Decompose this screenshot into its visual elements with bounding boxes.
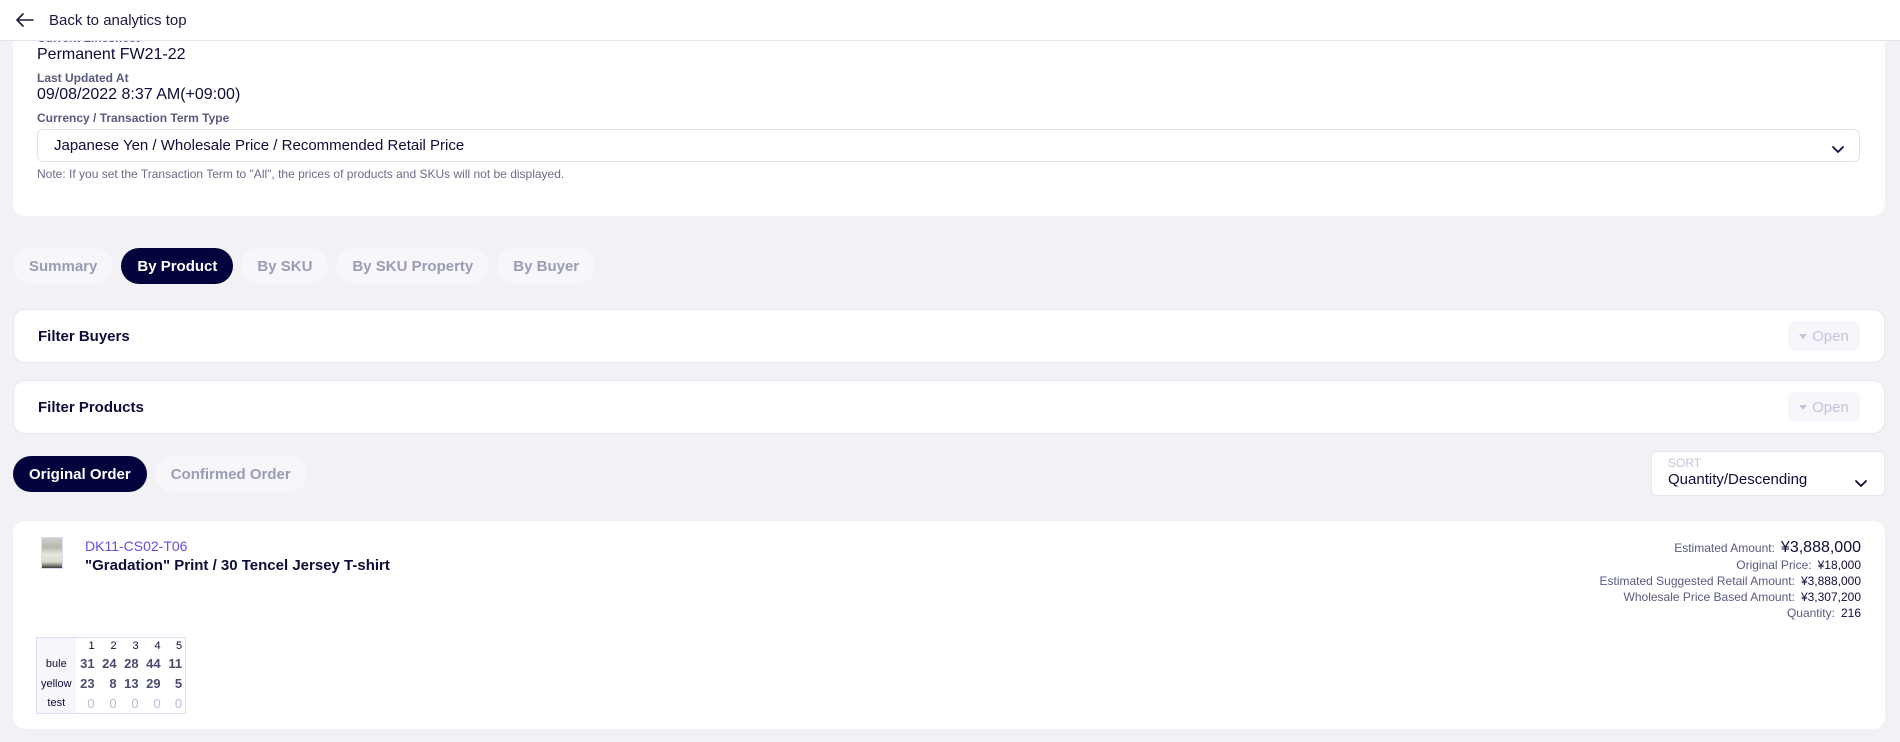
original-price-value: ¥18,000 <box>1817 558 1861 572</box>
wholesale-amount-row: Wholesale Price Based Amount: ¥3,307,200 <box>1285 589 1861 605</box>
size-column-header: 5 <box>175 639 183 652</box>
tab-by-sku[interactable]: By SKU <box>241 248 329 284</box>
sku-qty-cell: 24 <box>102 656 117 671</box>
product-code-link[interactable]: DK11-CS02-T06 <box>85 538 187 554</box>
filter-buyers-open-button[interactable]: Open <box>1788 321 1860 351</box>
sku-qty-cell: 0 <box>153 695 161 711</box>
filter-products-title: Filter Products <box>38 398 144 416</box>
sku-qty-cell: 44 <box>146 656 161 671</box>
order-type-tabs: Original Order Confirmed Order <box>13 456 307 492</box>
quantity-row: Quantity: 216 <box>1285 605 1861 621</box>
color-row-header: test <box>36 693 76 714</box>
quantity-value: 216 <box>1840 606 1861 620</box>
sku-qty-cell: 0 <box>174 695 183 711</box>
open-label: Open <box>1812 327 1849 345</box>
tab-by-buyer[interactable]: By Buyer <box>497 248 596 284</box>
sku-qty-cell: 31 <box>80 656 95 671</box>
original-price-row: Original Price: ¥18,000 <box>1285 557 1861 573</box>
wholesale-amount-value: ¥3,307,200 <box>1800 590 1861 604</box>
wholesale-amount-label: Wholesale Price Based Amount: <box>1623 590 1795 604</box>
size-column-header: 2 <box>110 639 117 652</box>
sort-value: Quantity/Descending <box>1668 471 1808 488</box>
currency-select-value: Japanese Yen / Wholesale Price / Recomme… <box>54 137 465 154</box>
tab-confirmed-order[interactable]: Confirmed Order <box>154 456 307 492</box>
tab-original-order[interactable]: Original Order <box>13 456 147 492</box>
color-row-header: bule <box>36 653 76 674</box>
product-card: DK11-CS02-T06 "Gradation" Print / 30 Ten… <box>13 521 1885 729</box>
view-tabs: Summary By Product By SKU By SKU Propert… <box>13 248 596 284</box>
last-updated-value: 09/08/2022 8:37 AM(+09:00) <box>37 86 241 103</box>
sku-table-row: yellow 23 8 13 29 5 <box>36 673 186 694</box>
filter-products-open-button[interactable]: Open <box>1788 392 1860 422</box>
suggested-retail-amount-label: Estimated Suggested Retail Amount: <box>1599 574 1795 588</box>
chevron-down-icon <box>1831 141 1845 153</box>
suggested-retail-amount-value: ¥3,888,000 <box>1800 574 1861 588</box>
sku-table-header: 1 2 3 4 5 <box>36 637 186 654</box>
tab-by-product[interactable]: By Product <box>121 248 234 284</box>
sku-qty-cell: 0 <box>131 695 139 711</box>
size-column-header: 1 <box>88 639 95 652</box>
sku-qty-cell: 0 <box>109 695 117 711</box>
filter-products-panel: Filter Products Open <box>13 380 1885 434</box>
product-thumbnail[interactable] <box>41 537 63 569</box>
suggested-retail-amount-row: Estimated Suggested Retail Amount: ¥3,888… <box>1285 573 1861 589</box>
estimated-amount-value: ¥3,888,000 <box>1780 539 1861 556</box>
sku-qty-cell: 29 <box>146 676 161 691</box>
linesheet-value: Permanent FW21-22 <box>37 46 186 63</box>
filter-buyers-title: Filter Buyers <box>38 327 130 345</box>
size-column-header: 4 <box>154 639 161 652</box>
sku-qty-cell: 0 <box>87 695 95 711</box>
product-name: "Gradation" Print / 30 Tencel Jersey T-s… <box>85 557 390 574</box>
tab-by-sku-property[interactable]: By SKU Property <box>336 248 490 284</box>
top-bar: Back to analytics top <box>0 0 1900 41</box>
sku-qty-cell: 11 <box>168 656 183 671</box>
last-updated-label: Last Updated At <box>37 71 129 85</box>
original-price-label: Original Price: <box>1736 558 1812 572</box>
currency-select[interactable]: Japanese Yen / Wholesale Price / Recomme… <box>37 129 1860 162</box>
caret-down-icon <box>1799 333 1808 339</box>
color-row-header: yellow <box>36 673 76 694</box>
back-to-analytics-link[interactable]: Back to analytics top <box>49 12 187 29</box>
transaction-term-note: Note: If you set the Transaction Term to… <box>37 167 565 181</box>
tab-summary[interactable]: Summary <box>13 248 114 284</box>
quantity-label: Quantity: <box>1786 606 1835 620</box>
linesheet-info-card: Current Linesheet Permanent FW21-22 Last… <box>13 30 1885 216</box>
currency-label: Currency / Transaction Term Type <box>37 111 230 125</box>
chevron-down-icon <box>1854 475 1868 487</box>
sku-qty-cell: 28 <box>124 656 139 671</box>
estimated-amount-label: Estimated Amount: <box>1674 541 1775 555</box>
sort-select[interactable]: SORT Quantity/Descending <box>1651 451 1885 496</box>
open-label: Open <box>1812 398 1849 416</box>
sku-table-row: bule 31 24 28 44 11 <box>36 653 186 674</box>
sku-quantity-table: 1 2 3 4 5 bule 31 24 28 44 11 yellow 23 … <box>36 637 187 714</box>
sku-table-corner <box>36 637 76 654</box>
sku-qty-cell: 13 <box>124 676 139 691</box>
sku-qty-cell: 8 <box>109 676 117 691</box>
product-amounts: Estimated Amount: ¥3,888,000 Original Pri… <box>1285 539 1885 621</box>
caret-down-icon <box>1799 404 1808 410</box>
arrow-left-icon[interactable] <box>16 13 34 27</box>
sku-qty-cell: 23 <box>80 676 95 691</box>
sku-table-row: test 0 0 0 0 0 <box>36 693 186 714</box>
size-column-header: 3 <box>132 639 139 652</box>
sort-label: SORT <box>1668 456 1702 470</box>
sku-qty-cell: 5 <box>174 676 183 691</box>
estimated-amount-row: Estimated Amount: ¥3,888,000 <box>1285 539 1861 557</box>
filter-buyers-panel: Filter Buyers Open <box>13 309 1885 363</box>
